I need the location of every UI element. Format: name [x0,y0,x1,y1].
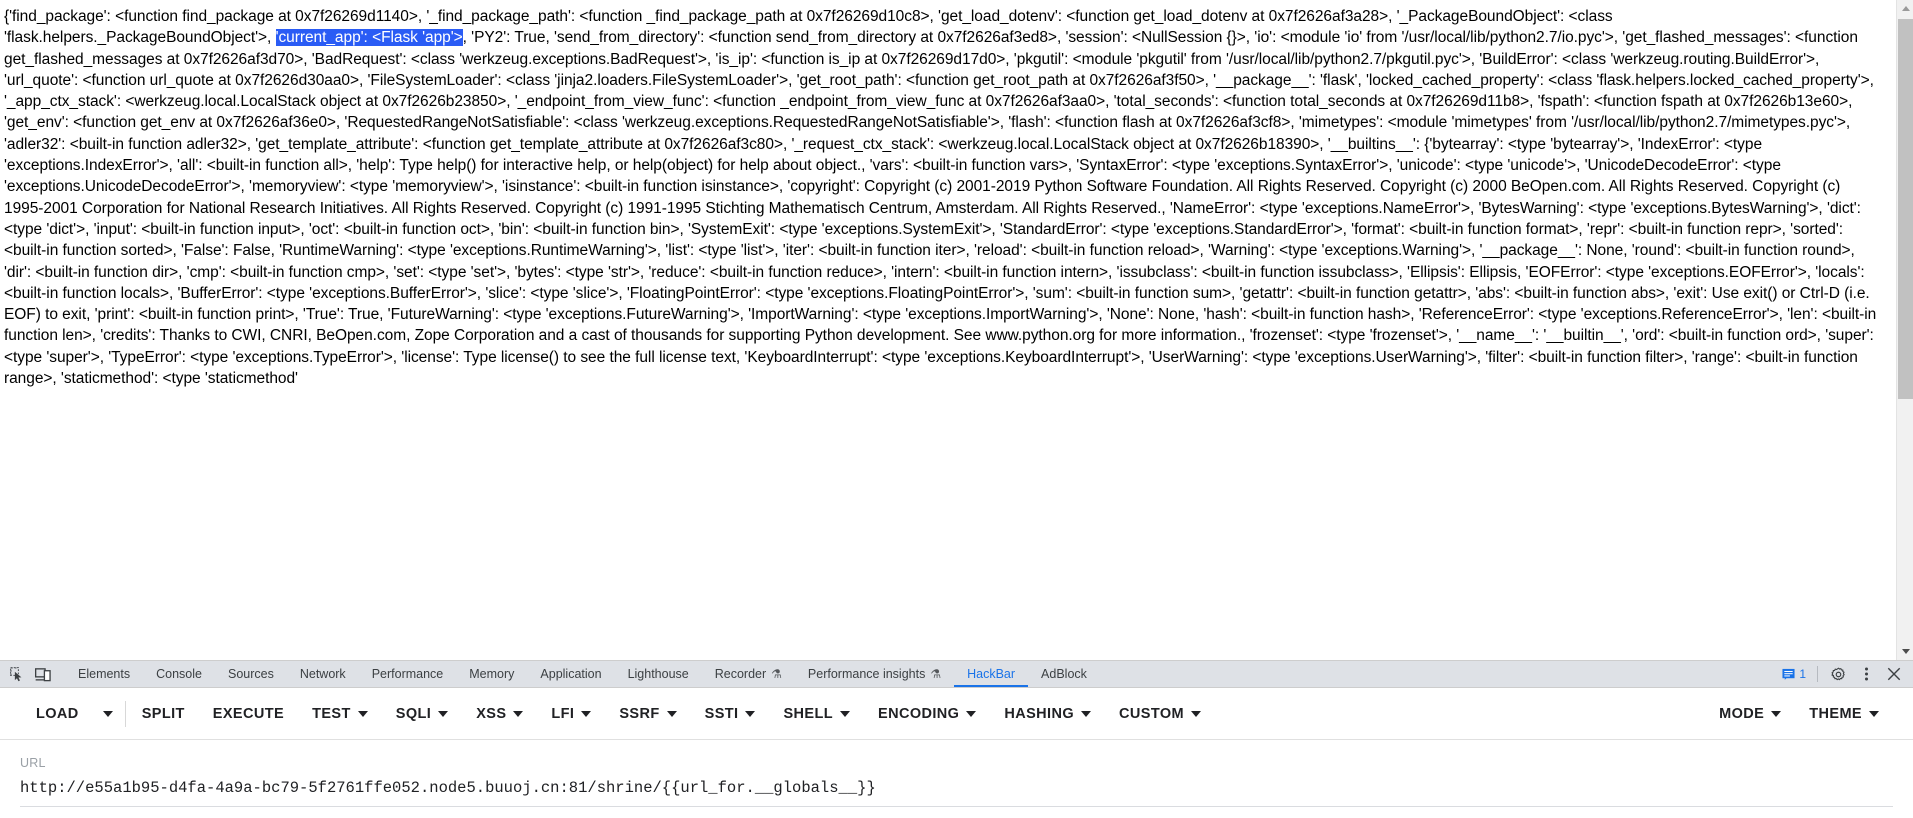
chevron-down-icon [1191,710,1201,717]
globals-dump-text: {'find_package': <function find_package … [4,6,1880,389]
devtools-panel: Elements Console Sources Network Perform… [0,660,1913,818]
inspect-element-icon[interactable] [4,661,30,687]
devtools-left-icons [0,661,65,687]
tab-sources[interactable]: Sources [215,661,287,687]
chevron-down-icon [102,710,113,717]
url-field-label: URL [20,756,46,770]
chevron-down-icon [966,710,977,717]
scrollbar-down-arrow-icon[interactable] [1897,643,1913,660]
gear-icon[interactable] [1825,661,1851,687]
tab-adblock[interactable]: AdBlock [1028,661,1100,687]
tab-recorder[interactable]: Recorder ⚗ [702,661,795,687]
url-input[interactable] [20,779,1893,807]
devtools-right-controls: 1 [1778,661,1913,687]
hackbar-test-button[interactable]: TEST [298,700,382,728]
tab-memory[interactable]: Memory [456,661,527,687]
tab-label: Memory [469,667,515,681]
hackbar-body: URL [0,740,1913,818]
button-label: SQLI [395,705,432,722]
button-label: SHELL [783,705,834,722]
hackbar-load-dropdown-toggle[interactable] [93,705,123,723]
button-label: XSS [476,705,507,722]
tab-hackbar[interactable]: HackBar [954,661,1028,687]
tab-label: AdBlock [1041,667,1087,681]
button-label: LFI [551,705,575,722]
page-viewport: {'find_package': <function find_package … [0,0,1913,660]
tab-network[interactable]: Network [287,661,359,687]
hackbar-toolbar-divider [124,700,126,727]
hackbar-toolbar: LOAD SPLIT EXECUTE TEST SQLI XSS LFI SSR… [0,688,1913,740]
devtools-tab-list: Elements Console Sources Network Perform… [65,661,1778,687]
tab-label: Elements [78,667,131,681]
tab-label: Lighthouse [627,667,689,681]
chevron-down-icon [745,710,756,717]
button-label: TEST [312,705,351,722]
experiment-flask-icon: ⚗ [930,667,942,681]
tab-label: Network [299,667,346,681]
hackbar-xss-button[interactable]: XSS [462,700,537,728]
button-label: LOAD [36,705,79,722]
tab-console[interactable]: Console [143,661,215,687]
hackbar-encoding-button[interactable]: ENCODING [864,700,990,728]
button-label: SSRF [619,705,660,722]
tab-label: Application [540,667,602,681]
hackbar-sqli-button[interactable]: SQLI [382,700,462,728]
button-label: ENCODING [878,705,960,722]
experiment-flask-icon: ⚗ [771,667,782,681]
hackbar-ssrf-button[interactable]: SSRF [605,700,690,728]
chevron-down-icon [1869,710,1879,717]
hackbar-lfi-button[interactable]: LFI [537,700,605,728]
tab-lighthouse[interactable]: Lighthouse [615,661,702,687]
chevron-down-icon [513,710,524,717]
chevron-down-icon [357,710,368,717]
hackbar-panel: LOAD SPLIT EXECUTE TEST SQLI XSS LFI SSR… [0,688,1913,818]
messages-indicator[interactable]: 1 [1778,667,1810,681]
tab-label: Performance insights [807,667,926,681]
tab-elements[interactable]: Elements [65,661,143,687]
tab-performance[interactable]: Performance [359,661,457,687]
hackbar-shell-button[interactable]: SHELL [769,700,864,728]
browser-window: {'find_package': <function find_package … [0,0,1913,818]
button-label: SPLIT [141,705,185,722]
message-icon [1782,668,1795,680]
hackbar-custom-button[interactable]: CUSTOM [1105,700,1215,728]
tab-label: Performance [371,667,444,681]
device-toolbar-icon[interactable] [30,661,56,687]
chevron-down-icon [1771,710,1782,717]
chevron-down-icon [1081,710,1092,717]
page-vertical-scrollbar[interactable] [1896,0,1913,660]
hackbar-hashing-button[interactable]: HASHING [990,700,1105,728]
button-label: CUSTOM [1119,705,1184,722]
more-options-kebab-icon[interactable] [1853,661,1879,687]
chevron-down-icon [438,710,449,717]
button-label: HASHING [1004,705,1075,722]
button-label: THEME [1809,705,1862,722]
hackbar-split-button[interactable]: SPLIT [128,700,199,728]
messages-count: 1 [1799,667,1806,681]
close-icon[interactable] [1881,661,1907,687]
hackbar-mode-button[interactable]: MODE [1705,700,1795,728]
hackbar-theme-button[interactable]: THEME [1795,700,1893,728]
hackbar-ssti-button[interactable]: SSTI [691,700,770,728]
tab-application[interactable]: Application [527,661,614,687]
tab-label: Recorder [714,667,767,681]
globals-dump-after-selection: , 'PY2': True, 'send_from_directory': <f… [4,29,1877,388]
hackbar-load-button[interactable]: LOAD [22,700,93,728]
tab-label: Sources [227,667,274,681]
devtools-tabbar: Elements Console Sources Network Perform… [0,661,1913,688]
right-divider [1817,666,1818,682]
selected-text-highlight[interactable]: 'current_app': <Flask 'app'> [275,29,463,47]
button-label: EXECUTE [212,705,285,722]
tab-label: HackBar [967,667,1016,681]
hackbar-execute-button[interactable]: EXECUTE [199,700,298,728]
scrollbar-up-arrow-icon[interactable] [1897,0,1913,17]
button-label: MODE [1719,705,1765,722]
chevron-down-icon [666,710,677,717]
chevron-down-icon [581,710,592,717]
tab-performance-insights[interactable]: Performance insights ⚗ [795,661,954,687]
button-label: SSTI [704,705,739,722]
tab-label: Console [156,667,202,681]
chevron-down-icon [840,710,851,717]
scrollbar-thumb[interactable] [1898,19,1913,399]
